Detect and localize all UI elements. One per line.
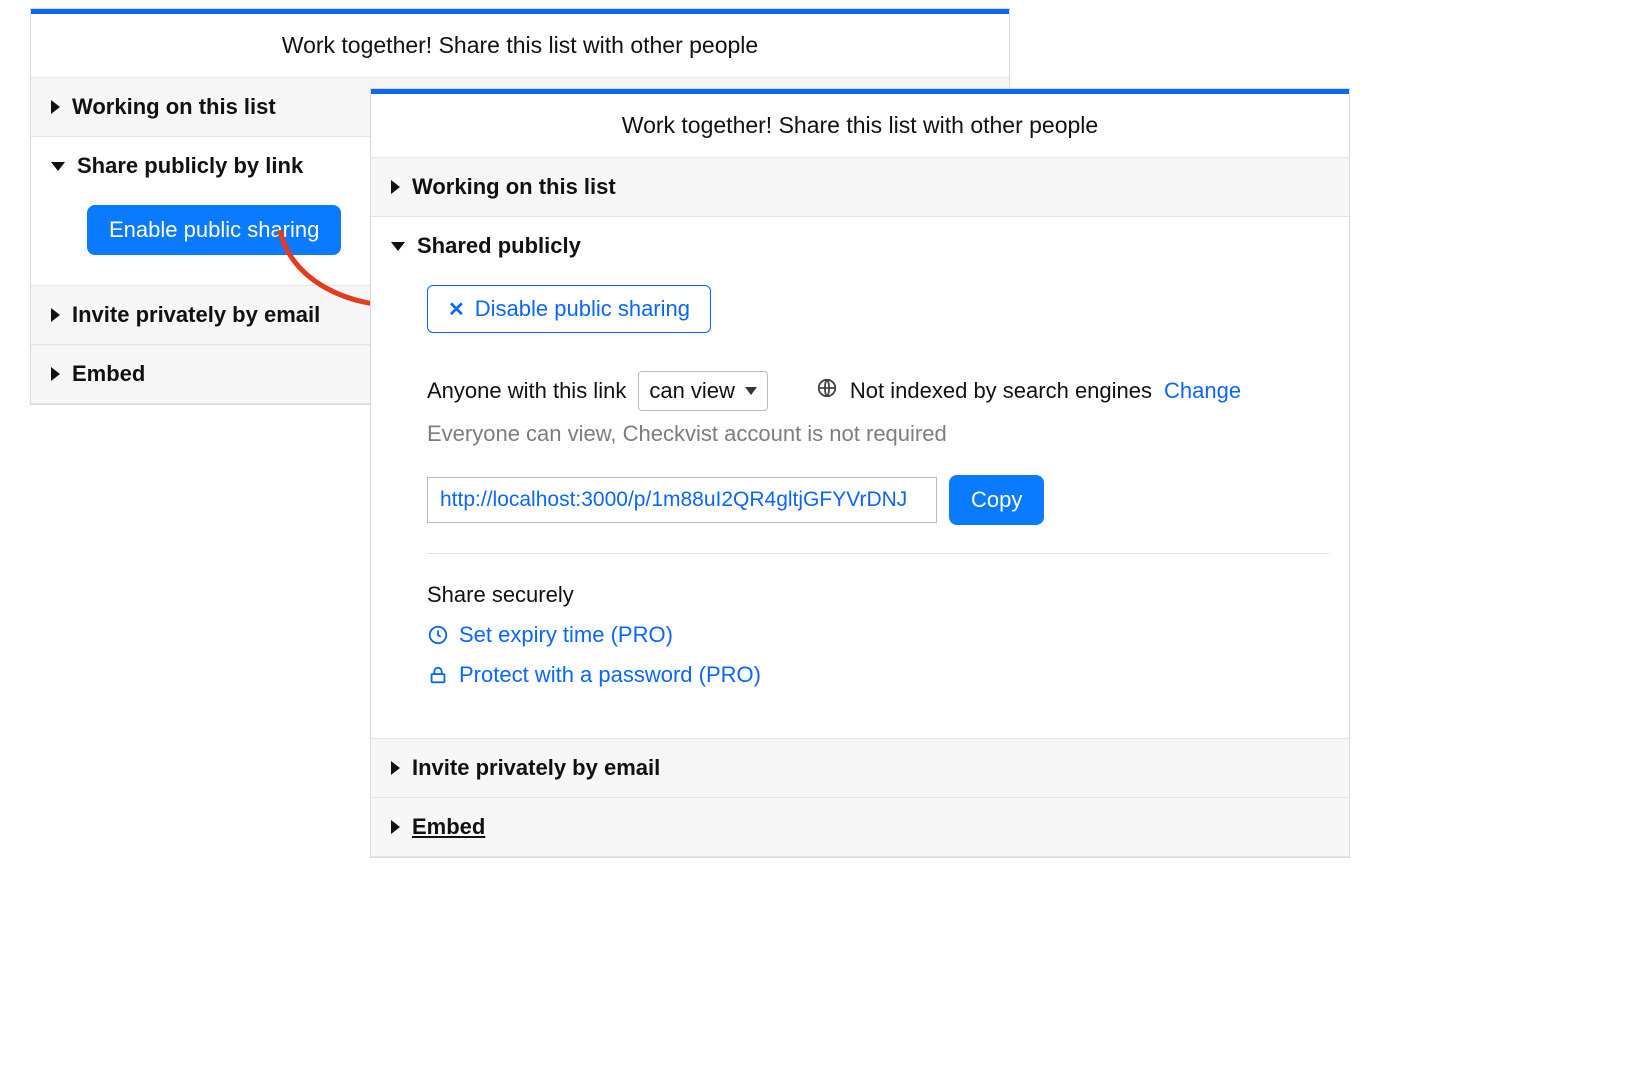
caret-right-icon [391,761,400,775]
share-url-row: Copy [427,475,1329,525]
section-shared-publicly: Shared publicly ✕ Disable public sharing… [371,216,1349,738]
anyone-with-link-text: Anyone with this link [427,378,626,404]
section-invite-label: Invite privately by email [412,755,660,781]
permission-selected: can view [649,378,735,404]
caret-right-icon [51,100,60,114]
enable-public-sharing-button[interactable]: Enable public sharing [87,205,341,255]
caret-down-icon [51,162,65,171]
globe-icon [816,377,838,405]
caret-right-icon [391,820,400,834]
change-index-link[interactable]: Change [1164,378,1241,404]
disable-public-sharing-button[interactable]: ✕ Disable public sharing [427,285,711,333]
set-expiry-link[interactable]: Set expiry time (PRO) [427,622,1329,648]
index-status-text: Not indexed by search engines [850,378,1152,404]
caret-right-icon [391,180,400,194]
copy-button[interactable]: Copy [949,475,1044,525]
permission-row: Anyone with this link can view Not index… [427,371,1329,411]
share-securely-heading: Share securely [427,582,1329,608]
chevron-down-icon [745,387,757,395]
section-embed[interactable]: Embed [371,797,1349,857]
section-shared-publicly-header[interactable]: Shared publicly [371,217,1349,275]
section-working-label: Working on this list [72,94,276,120]
share-url-input[interactable] [427,477,937,523]
dialog-title: Work together! Share this list with othe… [371,94,1349,157]
clock-icon [427,624,449,646]
caret-down-icon [391,242,405,251]
lock-icon [427,664,449,686]
permission-select[interactable]: can view [638,371,768,411]
section-shared-publicly-body: ✕ Disable public sharing Anyone with thi… [371,275,1349,738]
section-shared-publicly-label: Shared publicly [417,233,581,259]
divider [427,553,1329,554]
section-share-public-label: Share publicly by link [77,153,303,179]
section-embed-label: Embed [412,814,485,840]
caret-right-icon [51,308,60,322]
permission-help-text: Everyone can view, Checkvist account is … [427,421,1329,447]
dialog-title: Work together! Share this list with othe… [31,14,1009,77]
section-invite-label: Invite privately by email [72,302,320,328]
disable-button-label: Disable public sharing [475,296,690,322]
caret-right-icon [51,367,60,381]
close-icon: ✕ [448,297,465,322]
set-expiry-label: Set expiry time (PRO) [459,622,673,648]
section-working-label: Working on this list [412,174,616,200]
protect-password-label: Protect with a password (PRO) [459,662,761,688]
protect-password-link[interactable]: Protect with a password (PRO) [427,662,1329,688]
share-dialog-after: Work together! Share this list with othe… [370,88,1350,858]
section-invite[interactable]: Invite privately by email [371,738,1349,797]
section-working[interactable]: Working on this list [371,157,1349,216]
section-embed-label: Embed [72,361,145,387]
